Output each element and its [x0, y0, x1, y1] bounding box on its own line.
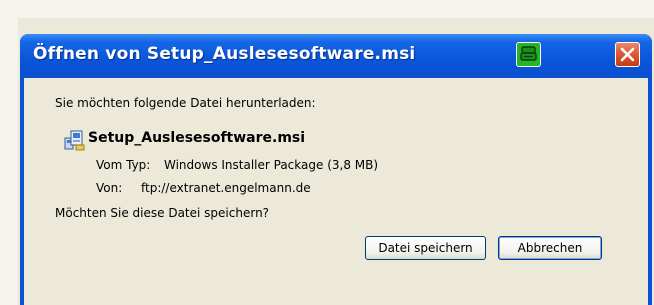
desktop-background-left — [0, 0, 18, 305]
green-app-icon — [520, 46, 537, 61]
file-name: Setup_Auslesesoftware.msi — [88, 130, 306, 146]
download-dialog: Öffnen von Setup_Auslesesoftware.msi Sie… — [20, 34, 652, 305]
file-type-label: Vom Typ: — [96, 158, 151, 172]
screen: Öffnen von Setup_Auslesesoftware.msi Sie… — [0, 0, 654, 305]
dialog-body: Sie möchten folgende Datei herunterladen… — [24, 78, 648, 305]
close-button[interactable] — [615, 42, 640, 67]
window-title: Öffnen von Setup_Auslesesoftware.msi — [33, 44, 416, 64]
close-icon — [620, 47, 635, 62]
cancel-button[interactable]: Abbrechen — [498, 236, 602, 260]
save-question: Möchten Sie diese Datei speichern? — [55, 206, 270, 220]
save-file-button[interactable]: Datei speichern — [365, 236, 486, 260]
app-icon-button[interactable] — [516, 42, 541, 67]
installer-package-icon — [64, 130, 85, 151]
file-type-value: Windows Installer Package (3,8 MB) — [164, 158, 379, 172]
desktop-background — [0, 0, 654, 18]
file-source-label: Von: — [96, 181, 123, 195]
download-prompt: Sie möchten folgende Datei herunterladen… — [55, 96, 316, 110]
title-bar[interactable]: Öffnen von Setup_Auslesesoftware.msi — [20, 34, 652, 78]
file-source-value: ftp://extranet.engelmann.de — [141, 181, 311, 195]
